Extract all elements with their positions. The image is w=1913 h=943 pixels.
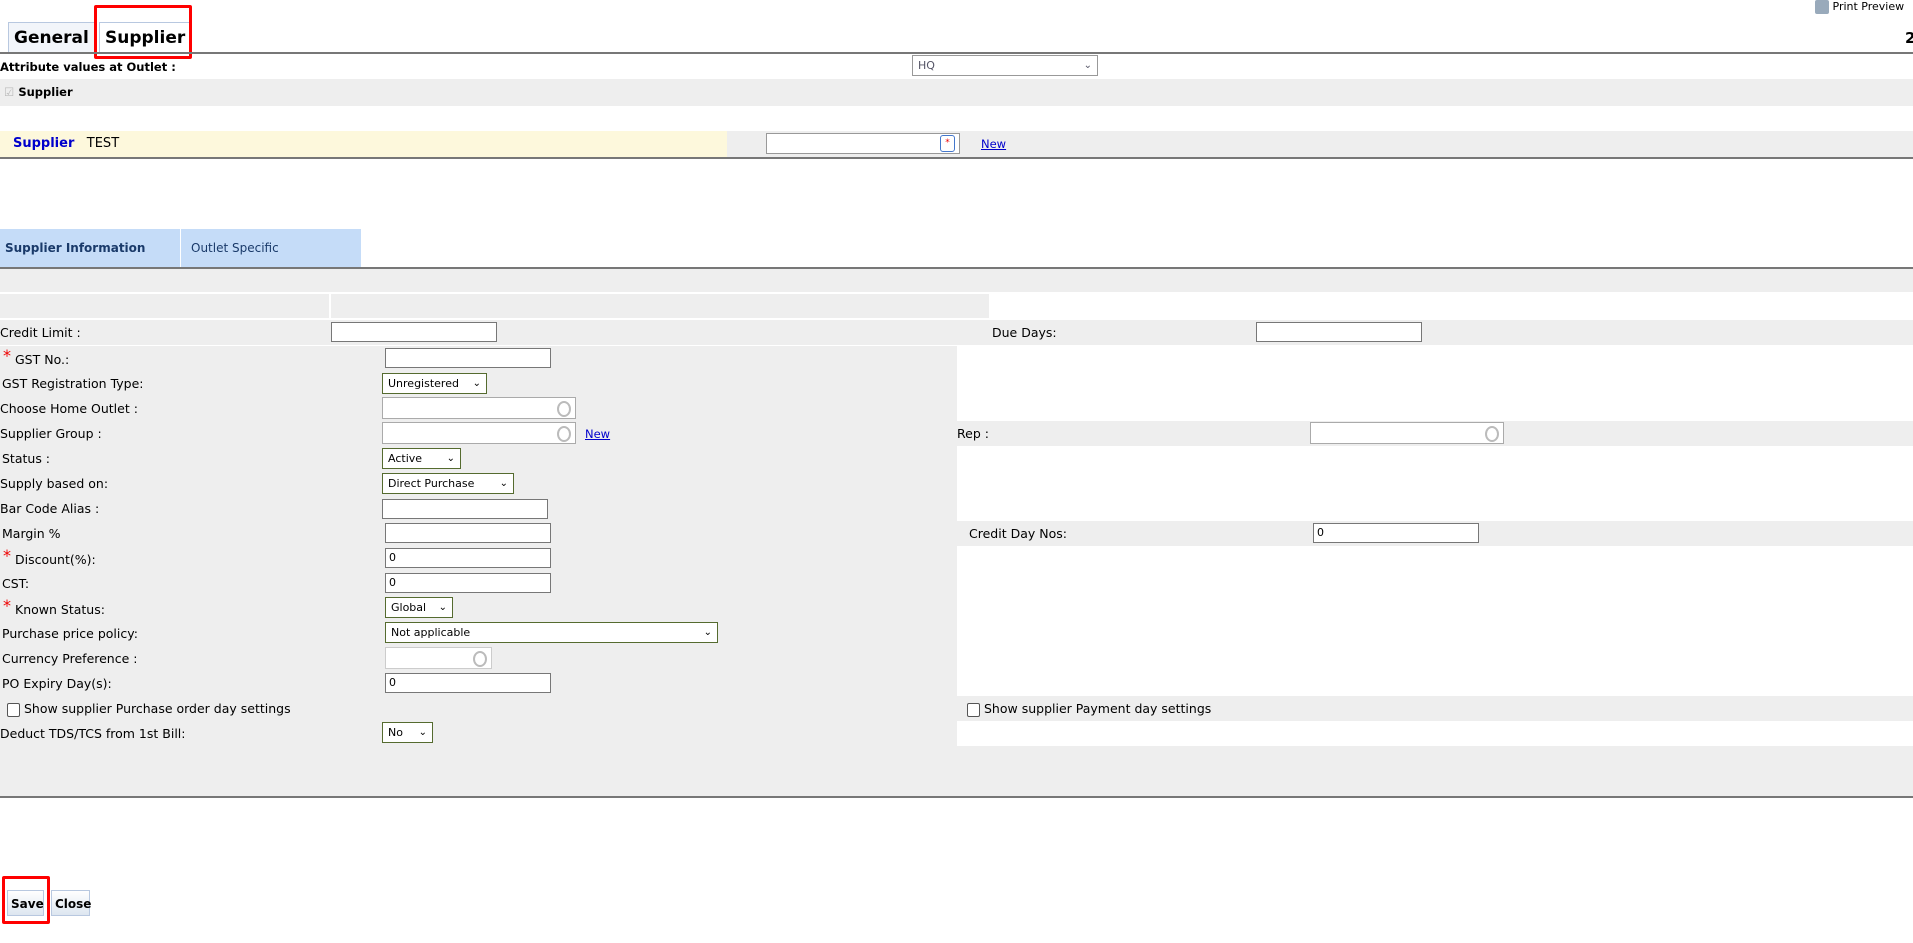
show-po-settings-checkbox[interactable]: Show supplier Purchase order day setting…	[7, 696, 291, 721]
supply-based-select[interactable]: Direct Purchase ⌄	[382, 473, 514, 494]
lookup-icon	[557, 426, 571, 442]
bar-code-label: Bar Code Alias :	[0, 501, 100, 516]
credit-row	[0, 320, 1913, 345]
status-select[interactable]: Active ⌄	[382, 448, 461, 469]
gst-reg-type-label: GST Registration Type:	[2, 376, 144, 391]
divider	[0, 52, 1913, 54]
supplier-checkbox-label: Supplier	[18, 85, 73, 99]
close-button[interactable]: Close	[51, 890, 91, 916]
discount-input[interactable]: 0	[385, 548, 551, 568]
new-supplier-link[interactable]: New	[981, 137, 1006, 151]
supplier-name: TEST	[86, 136, 120, 151]
currency-label: Currency Preference :	[2, 651, 138, 666]
credit-day-nos-label: Credit Day Nos:	[969, 526, 1067, 541]
required-marker-icon: *	[940, 135, 955, 152]
subtab-outlet-specific[interactable]: Outlet Specific	[181, 229, 361, 267]
purchase-policy-select[interactable]: Not applicable ⌄	[385, 622, 718, 643]
outlet-select[interactable]: HQ ⌄	[912, 55, 1098, 76]
po-expiry-input[interactable]: 0	[385, 673, 551, 693]
supplier-group-lookup[interactable]	[382, 422, 576, 444]
status-label: Status :	[2, 451, 51, 466]
highlight-box	[94, 5, 192, 59]
attribute-label: Attribute values at Outlet :	[0, 60, 176, 74]
po-expiry-label: PO Expiry Day(s):	[2, 676, 112, 691]
currency-lookup[interactable]	[385, 647, 492, 669]
highlight-box	[2, 876, 50, 924]
credit-limit-input[interactable]	[331, 322, 497, 342]
checkbox-icon	[967, 702, 980, 717]
subtab-supplier-information[interactable]: Supplier Information	[0, 229, 180, 267]
bottom-spacer	[0, 746, 1913, 796]
cst-label: CST:	[2, 576, 30, 591]
new-group-link[interactable]: New	[585, 427, 610, 441]
print-preview-link[interactable]: Print Preview	[1815, 0, 1904, 14]
gst-no-label: * GST No.:	[3, 346, 70, 367]
supply-based-label: Supply based on:	[0, 476, 109, 491]
margin-input[interactable]	[385, 523, 551, 543]
due-days-label: Due Days:	[992, 325, 1057, 340]
lookup-icon	[557, 401, 571, 417]
header-cell	[331, 294, 989, 318]
rep-label: Rep :	[957, 426, 989, 441]
supplier-group-label: Supplier Group :	[0, 426, 102, 441]
required-star-icon: *	[3, 596, 11, 615]
chevron-down-icon: ⌄	[499, 478, 508, 489]
purchase-policy-label: Purchase price policy:	[2, 626, 138, 641]
deduct-tds-label: Deduct TDS/TCS from 1st Bill:	[0, 726, 186, 741]
required-star-icon: *	[3, 346, 11, 365]
header-cell	[0, 294, 329, 318]
supplier-checkbox[interactable]: ☑ Supplier	[4, 85, 73, 99]
bar-code-input[interactable]	[382, 499, 548, 519]
rep-lookup[interactable]	[1310, 422, 1504, 444]
page-number: 2	[1905, 29, 1913, 47]
show-payment-settings-checkbox[interactable]: Show supplier Payment day settings	[967, 696, 1211, 721]
lookup-icon	[473, 651, 487, 667]
home-outlet-lookup[interactable]	[382, 397, 576, 419]
margin-label: Margin %	[2, 526, 61, 541]
gst-reg-type-select[interactable]: Unregistered ⌄	[382, 373, 487, 394]
required-star-icon: *	[3, 546, 11, 565]
print-preview-label: Print Preview	[1832, 0, 1905, 13]
due-days-input[interactable]	[1256, 322, 1422, 342]
checkbox-icon	[7, 702, 20, 717]
credit-day-nos-input[interactable]: 0	[1313, 523, 1479, 543]
chevron-down-icon: ⌄	[703, 627, 712, 638]
spacer-row	[0, 269, 1913, 292]
divider	[0, 796, 1913, 798]
chevron-down-icon: ⌄	[1083, 60, 1092, 71]
supplier-search-input[interactable]: *	[766, 133, 960, 154]
supplier-header-label: Supplier	[13, 136, 75, 151]
check-icon: ☑	[4, 85, 15, 99]
home-outlet-label: Choose Home Outlet :	[0, 401, 138, 416]
chevron-down-icon: ⌄	[446, 453, 455, 464]
cst-input[interactable]: 0	[385, 573, 551, 593]
known-status-select[interactable]: Global ⌄	[385, 597, 453, 618]
chevron-down-icon: ⌄	[418, 727, 427, 738]
lookup-icon	[1485, 426, 1499, 442]
printer-icon	[1815, 0, 1829, 14]
tab-general[interactable]: General	[8, 22, 95, 53]
discount-label: * Discount(%):	[3, 546, 96, 567]
checkbox-row	[0, 79, 1913, 106]
chevron-down-icon: ⌄	[472, 378, 481, 389]
outlet-value: HQ	[918, 59, 935, 72]
known-status-label: * Known Status:	[3, 596, 105, 617]
deduct-tds-select[interactable]: No ⌄	[382, 722, 433, 743]
credit-limit-label: Credit Limit :	[0, 325, 81, 340]
chevron-down-icon: ⌄	[438, 602, 447, 613]
divider	[0, 157, 1913, 159]
gst-no-input[interactable]	[385, 348, 551, 368]
